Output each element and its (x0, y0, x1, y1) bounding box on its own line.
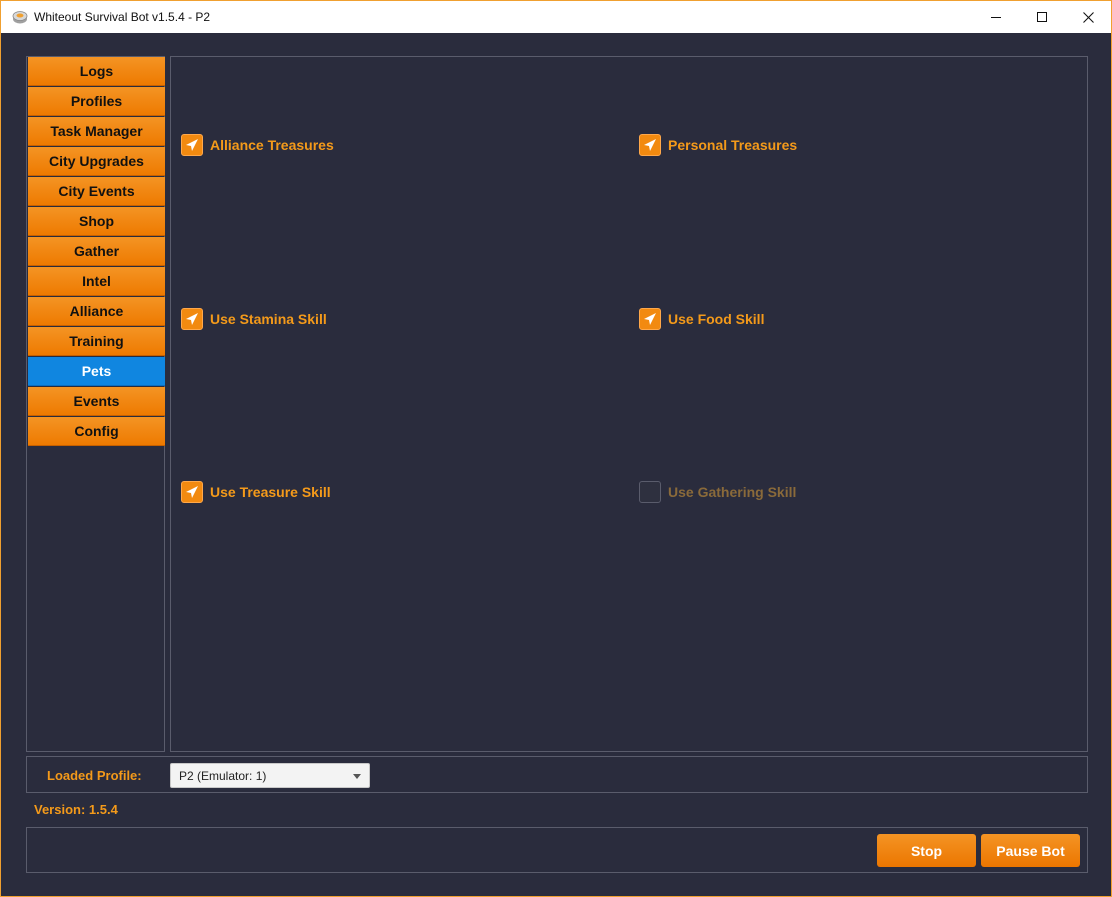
option-label: Use Treasure Skill (210, 484, 331, 500)
checkbox-box[interactable] (181, 134, 203, 156)
close-button[interactable] (1065, 1, 1111, 33)
window-title: Whiteout Survival Bot v1.5.4 - P2 (34, 10, 211, 24)
loaded-profile-label: Loaded Profile: (47, 768, 142, 783)
maximize-button[interactable] (1019, 1, 1065, 33)
sidebar-item-city-events[interactable]: City Events (28, 177, 165, 206)
chevron-down-icon (353, 774, 361, 779)
check-icon (186, 486, 198, 498)
option-label: Use Food Skill (668, 311, 765, 327)
sidebar-item-profiles[interactable]: Profiles (28, 87, 165, 116)
use-food-skill-checkbox[interactable]: Use Food Skill (639, 308, 764, 330)
checkbox-box[interactable] (181, 308, 203, 330)
use-gathering-skill-checkbox[interactable]: Use Gathering Skill (639, 481, 796, 503)
app-icon (12, 11, 28, 24)
personal-treasures-checkbox[interactable]: Personal Treasures (639, 134, 797, 156)
sidebar-item-training[interactable]: Training (28, 327, 165, 356)
sidebar-item-task-manager[interactable]: Task Manager (28, 117, 165, 146)
sidebar-item-gather[interactable]: Gather (28, 237, 165, 266)
sidebar-item-shop[interactable]: Shop (28, 207, 165, 236)
sidebar-item-city-upgrades[interactable]: City Upgrades (28, 147, 165, 176)
maximize-icon (1037, 12, 1047, 22)
check-icon (186, 139, 198, 151)
version-label: Version: 1.5.4 (34, 802, 118, 817)
alliance-treasures-checkbox[interactable]: Alliance Treasures (181, 134, 334, 156)
app-window: Whiteout Survival Bot v1.5.4 - P2 Logs P… (0, 0, 1112, 897)
sidebar-item-logs[interactable]: Logs (28, 57, 165, 86)
checkbox-box[interactable] (639, 134, 661, 156)
profile-selected-value: P2 (Emulator: 1) (179, 768, 267, 783)
use-stamina-skill-checkbox[interactable]: Use Stamina Skill (181, 308, 327, 330)
close-icon (1082, 11, 1094, 23)
pets-panel: Alliance Treasures Personal Treasures Us… (170, 56, 1088, 752)
sidebar-item-pets[interactable]: Pets (28, 357, 165, 386)
sidebar-item-intel[interactable]: Intel (28, 267, 165, 296)
sidebar-item-config[interactable]: Config (28, 417, 165, 446)
checkbox-box[interactable] (181, 481, 203, 503)
checkbox-box[interactable] (639, 308, 661, 330)
option-label: Use Gathering Skill (668, 484, 797, 500)
profile-bar: Loaded Profile: P2 (Emulator: 1) (26, 756, 1088, 793)
use-treasure-skill-checkbox[interactable]: Use Treasure Skill (181, 481, 331, 503)
pause-bot-button[interactable]: Pause Bot (981, 834, 1080, 867)
title-bar[interactable]: Whiteout Survival Bot v1.5.4 - P2 (1, 1, 1111, 33)
minimize-button[interactable] (973, 1, 1019, 33)
option-label: Alliance Treasures (210, 137, 334, 153)
check-icon (186, 313, 198, 325)
sidebar-nav: Logs Profiles Task Manager City Upgrades… (26, 56, 165, 752)
profile-dropdown[interactable]: P2 (Emulator: 1) (170, 763, 370, 788)
check-icon (644, 139, 656, 151)
option-label: Personal Treasures (668, 137, 798, 153)
sidebar-item-alliance[interactable]: Alliance (28, 297, 165, 326)
check-icon (644, 313, 656, 325)
sidebar-item-events[interactable]: Events (28, 387, 165, 416)
minimize-icon (991, 17, 1001, 18)
option-label: Use Stamina Skill (210, 311, 327, 327)
checkbox-box[interactable] (639, 481, 661, 503)
stop-button[interactable]: Stop (877, 834, 976, 867)
